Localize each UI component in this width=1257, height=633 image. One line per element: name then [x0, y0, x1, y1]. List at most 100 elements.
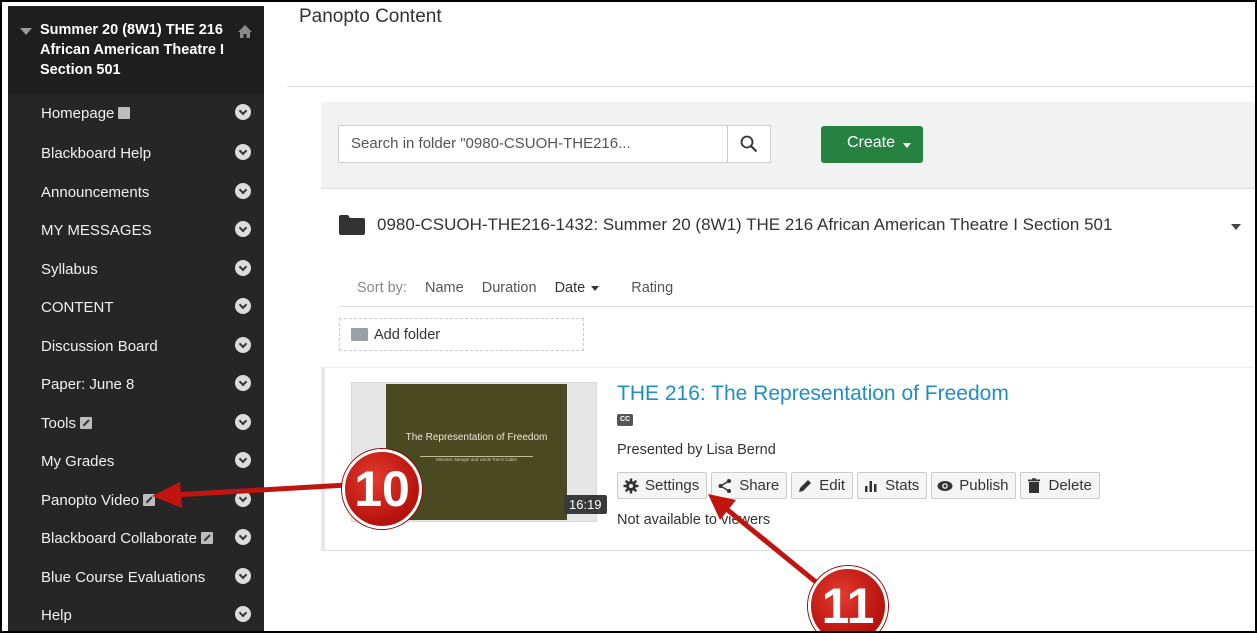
- sidebar-item-label: CONTENT: [41, 298, 114, 316]
- publish-label: Publish: [959, 477, 1009, 494]
- delete-button[interactable]: Delete: [1020, 472, 1100, 499]
- sidebar-item-label: Syllabus: [41, 260, 98, 278]
- trash-icon: [1028, 477, 1041, 493]
- sidebar-item-label: Blackboard Help: [41, 144, 152, 162]
- chevron-down-icon[interactable]: [235, 298, 251, 314]
- sidebar-item-label: Panopto Video: [41, 491, 140, 509]
- publish-button[interactable]: Publish: [931, 472, 1017, 499]
- sort-duration[interactable]: Duration: [482, 280, 537, 296]
- slide-title: The Representation of Freedom: [405, 432, 548, 443]
- sidebar-item-blue-course-evaluations[interactable]: Blue Course Evaluations: [8, 558, 264, 596]
- sort-label: Sort by:: [357, 280, 407, 296]
- sort-date-label: Date: [554, 280, 586, 296]
- folder-name: 0980-CSUOH-THE216-1432: Summer 20 (8W1) …: [377, 215, 1113, 234]
- add-folder-button[interactable]: Add folder: [339, 318, 584, 351]
- sidebar-item-label: Homepage: [41, 104, 115, 122]
- sort-bar: Sort by: Name Duration Date Rating: [357, 280, 687, 296]
- chevron-down-icon[interactable]: [235, 144, 251, 160]
- chevron-down-icon[interactable]: [235, 529, 251, 545]
- sidebar-item-label: Paper: June 8: [41, 375, 135, 393]
- sidebar-item-content[interactable]: CONTENT: [8, 288, 264, 326]
- panopto-embed: Search in folder "0980-CSUOH-THE216... C…: [321, 102, 1255, 631]
- chevron-down-icon[interactable]: [235, 452, 251, 468]
- chevron-down-icon[interactable]: [235, 183, 251, 199]
- session-actions: Settings Share Edit Stats Publish Delete: [617, 472, 1100, 499]
- panopto-toolbar: Search in folder "0980-CSUOH-THE216... C…: [321, 102, 1255, 189]
- gear-icon: [623, 478, 639, 493]
- eye-icon: [937, 480, 953, 491]
- course-title: Summer 20 (8W1) THE 216 African American…: [40, 22, 224, 78]
- duration-badge: 16:19: [564, 495, 607, 514]
- slide-subtitle: Minstrel, Manger and Uncle Tom's Cabin: [436, 457, 517, 462]
- folder-icon: [339, 215, 365, 235]
- chevron-down-icon[interactable]: [235, 337, 251, 353]
- sidebar-item-tools[interactable]: Tools: [8, 404, 264, 442]
- presenter-text: Presented by Lisa Bernd: [617, 442, 776, 458]
- sidebar-item-help[interactable]: Help: [8, 596, 264, 631]
- sort-desc-icon: [591, 285, 600, 291]
- chevron-down-icon[interactable]: [235, 221, 251, 237]
- folder-header[interactable]: 0980-CSUOH-THE216-1432: Summer 20 (8W1) …: [339, 212, 1255, 242]
- chevron-down-icon[interactable]: [235, 606, 251, 622]
- add-folder-label: Add folder: [374, 327, 441, 343]
- session-title-link[interactable]: THE 216: The Representation of Freedom: [617, 382, 1009, 406]
- search-icon: [740, 135, 758, 153]
- screenshot-frame: Summer 20 (8W1) THE 216 African American…: [0, 0, 1257, 633]
- sidebar-item-panopto-video[interactable]: Panopto Video: [8, 481, 264, 519]
- page-icon: [118, 107, 131, 119]
- sidebar-item-label: MY MESSAGES: [41, 221, 152, 239]
- sidebar-item-my-grades[interactable]: My Grades: [8, 442, 264, 480]
- delete-label: Delete: [1048, 477, 1092, 494]
- sidebar-item-paper-june-8[interactable]: Paper: June 8: [8, 365, 264, 403]
- chevron-down-icon[interactable]: [235, 104, 251, 120]
- availability-status: Not available to viewers: [617, 512, 771, 528]
- share-button[interactable]: Share: [711, 472, 788, 499]
- sort-rating[interactable]: Rating: [631, 280, 673, 296]
- sort-name[interactable]: Name: [425, 280, 464, 296]
- collapse-triangle-icon[interactable]: [20, 28, 32, 35]
- sidebar-item-label: Blue Course Evaluations: [41, 568, 206, 586]
- page-title: Panopto Content: [299, 6, 442, 27]
- settings-label: Settings: [645, 477, 700, 494]
- home-icon[interactable]: [237, 24, 253, 39]
- sidebar-item-label: Tools: [41, 414, 77, 432]
- sidebar-item-blackboard-collaborate[interactable]: Blackboard Collaborate: [8, 519, 264, 557]
- chevron-down-icon[interactable]: [235, 491, 251, 507]
- create-button[interactable]: Create: [821, 126, 923, 163]
- sidebar-item-label: Announcements: [41, 183, 150, 201]
- sidebar-item-syllabus[interactable]: Syllabus: [8, 250, 264, 288]
- chevron-down-icon[interactable]: [235, 414, 251, 430]
- settings-button[interactable]: Settings: [617, 472, 708, 499]
- sidebar-item-blackboard-help[interactable]: Blackboard Help: [8, 134, 264, 172]
- annotation-badge-10: 10: [342, 449, 422, 529]
- share-label: Share: [739, 477, 780, 494]
- external-link-icon: [200, 532, 213, 544]
- sidebar-item-label: Blackboard Collaborate: [41, 529, 197, 547]
- search-input[interactable]: Search in folder "0980-CSUOH-THE216...: [338, 125, 728, 163]
- course-title-header[interactable]: Summer 20 (8W1) THE 216 African American…: [8, 6, 264, 94]
- caret-down-icon: [903, 143, 911, 148]
- external-link-icon: [143, 494, 156, 506]
- course-menu: Summer 20 (8W1) THE 216 African American…: [8, 6, 264, 631]
- stats-label: Stats: [885, 477, 920, 494]
- search-button[interactable]: [727, 125, 771, 163]
- session-row: The Representation of Freedom Minstrel, …: [321, 367, 1255, 551]
- create-label: Create: [847, 134, 896, 151]
- folder-dropdown-icon[interactable]: [1231, 224, 1241, 230]
- sidebar-item-my-messages[interactable]: MY MESSAGES: [8, 211, 264, 249]
- pencil-icon: [799, 479, 812, 492]
- chevron-down-icon[interactable]: [235, 260, 251, 276]
- sort-date[interactable]: Date: [555, 280, 614, 296]
- edit-button[interactable]: Edit: [791, 472, 854, 499]
- divider: [339, 306, 1255, 307]
- sidebar-item-discussion-board[interactable]: Discussion Board: [8, 327, 264, 365]
- sidebar-item-label: Help: [41, 606, 72, 624]
- sidebar-item-label: My Grades: [41, 452, 115, 470]
- external-link-icon: [80, 417, 93, 429]
- sidebar-item-homepage[interactable]: Homepage: [8, 94, 264, 132]
- stats-button[interactable]: Stats: [857, 472, 928, 499]
- bar-chart-icon: [865, 480, 877, 492]
- chevron-down-icon[interactable]: [235, 568, 251, 584]
- sidebar-item-announcements[interactable]: Announcements: [8, 173, 264, 211]
- chevron-down-icon[interactable]: [235, 375, 251, 391]
